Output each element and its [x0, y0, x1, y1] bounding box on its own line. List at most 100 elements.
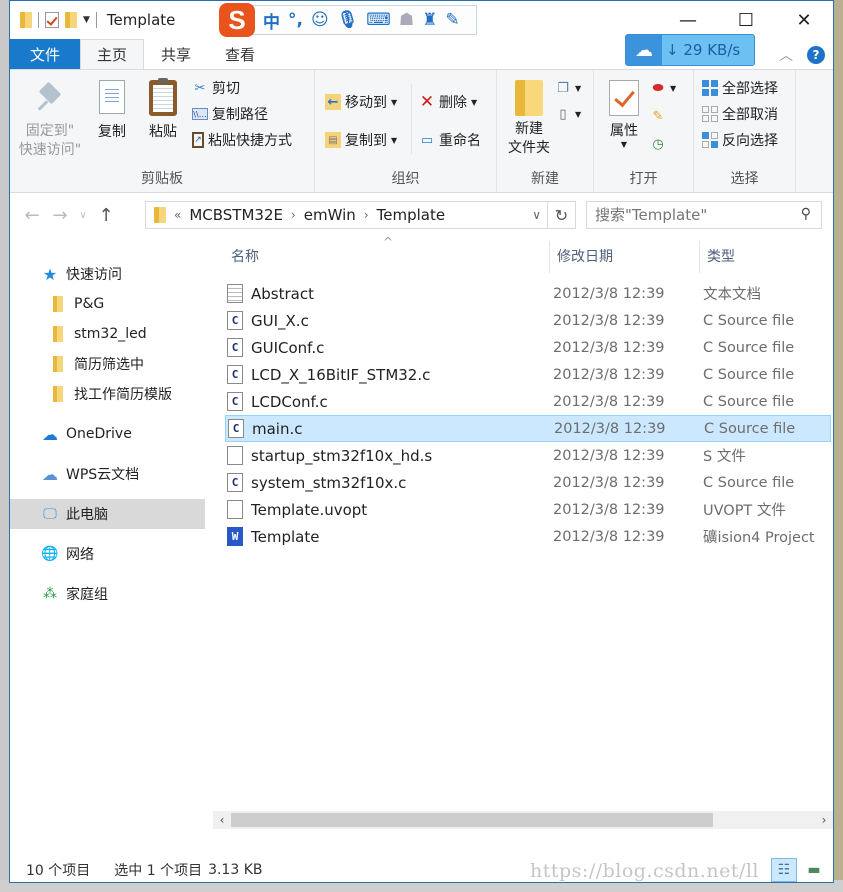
wrench-icon[interactable]: ✎ [445, 10, 459, 30]
forward-button[interactable]: → [46, 205, 74, 226]
horizontal-scrollbar[interactable]: ‹ › [213, 811, 833, 829]
move-to-button[interactable]: ← 移动到 ▼ [325, 92, 397, 112]
help-icon[interactable]: ? [807, 46, 825, 64]
microphone-icon[interactable]: 🎙 [337, 10, 359, 30]
chevron-right-icon[interactable]: › [291, 208, 296, 222]
column-divider[interactable] [549, 241, 550, 273]
chevron-right-icon[interactable]: › [364, 208, 369, 222]
nav-item-label: WPS云文档 [66, 467, 140, 483]
rename-button[interactable]: ▭ 重命名 [419, 130, 481, 150]
select-none-button[interactable]: 全部取消 [702, 104, 778, 124]
new-folder-button[interactable]: 新建 文件夹 [503, 80, 555, 158]
nav-item-this-pc[interactable]: 🖵 此电脑 [10, 499, 205, 529]
edit-button[interactable]: ✎ [650, 108, 666, 124]
column-header-name[interactable]: 名称 [231, 239, 259, 273]
properties-button[interactable]: 属性 ▼ [604, 80, 644, 149]
skin-shirt-icon[interactable]: ♜ [422, 10, 437, 30]
punctuation-icon[interactable]: °, [288, 10, 303, 30]
file-row[interactable]: startup_stm32f10x_hd.s 2012/3/8 12:39 S … [227, 442, 833, 469]
nav-item-onedrive[interactable]: ☁ OneDrive [10, 419, 205, 449]
file-row[interactable]: W Template 2012/3/8 12:39 礦ision4 Project [227, 523, 833, 550]
nav-item-wps-cloud[interactable]: ☁ WPS云文档 [10, 459, 205, 489]
file-row-selected[interactable]: Cmain.c 2012/3/8 12:39 C Source file [225, 415, 831, 442]
easy-access-button[interactable]: ▯ ▼ [555, 106, 581, 122]
scroll-left-button[interactable]: ‹ [213, 811, 231, 829]
breadcrumb-item[interactable]: emWin [304, 206, 356, 224]
tab-view[interactable]: 查看 [208, 39, 272, 69]
paste-button[interactable]: 粘贴 [143, 78, 183, 142]
file-row[interactable]: C GUIConf.c 2012/3/8 12:39 C Source file [227, 334, 833, 361]
copy-path-button[interactable]: \\… 复制路径 [192, 104, 268, 124]
sogou-logo-icon[interactable]: S [219, 3, 255, 37]
computer-icon: 🖵 [43, 506, 57, 522]
large-icons-view-button[interactable]: ▬ [801, 858, 827, 882]
address-bar[interactable]: « MCBSTM32E › emWin › Template ∨ [145, 201, 548, 229]
nav-item-label: 快速访问 [66, 267, 122, 283]
file-row[interactable]: C LCD_X_16BitIF_STM32.c 2012/3/8 12:39 C … [227, 361, 833, 388]
pin-label-line2: 快速访问" [18, 142, 82, 158]
column-header-type[interactable]: 类型 [707, 239, 735, 273]
chevron-down-icon: ▼ [670, 83, 677, 93]
up-button[interactable]: ↑ [92, 205, 120, 226]
paste-shortcut-button[interactable]: ↗ 粘贴快捷方式 [192, 130, 292, 150]
navigation-bar: ← → ∨ ↑ « MCBSTM32E › emWin › Template ∨… [10, 193, 833, 237]
copy-to-button[interactable]: ▤ 复制到 ▼ [325, 130, 397, 150]
details-view-button[interactable]: ☷ [771, 858, 797, 882]
scrollbar-thumb[interactable] [231, 813, 713, 827]
chinese-mode-icon[interactable]: 中 [263, 8, 280, 33]
explorer-window: ▼ Template S 中 °, ☺ 🎙 ⌨ ☗ ♜ ✎ — ☐ ✕ 文件 主… [9, 0, 834, 883]
column-divider[interactable] [699, 241, 700, 273]
search-box[interactable]: ⚲ [586, 201, 822, 229]
nav-item-resume-templates[interactable]: 找工作简历模版 [10, 379, 205, 409]
address-dropdown-icon[interactable]: ∨ [532, 208, 541, 222]
user-icon[interactable]: ☗ [399, 10, 414, 30]
divider [95, 12, 97, 28]
nav-item-quick-access[interactable]: ★ 快速访问 [10, 259, 205, 289]
search-input[interactable] [595, 206, 785, 224]
nav-item-label: P&G [74, 296, 105, 312]
breadcrumb-item[interactable]: MCBSTM32E [189, 206, 283, 224]
nav-item-stm32-led[interactable]: stm32_led [10, 319, 205, 349]
new-folder-icon[interactable] [65, 12, 77, 28]
scroll-right-button[interactable]: › [815, 811, 833, 829]
close-button[interactable]: ✕ [775, 1, 833, 39]
new-item-button[interactable]: ❐ ▼ [555, 80, 581, 96]
overflow-chevron[interactable]: « [174, 208, 181, 222]
properties-icon [609, 80, 639, 116]
search-icon[interactable]: ⚲ [801, 206, 811, 222]
group-open: 属性 ▼ ⬬ ▼ ✎ ◷ 打开 [594, 70, 694, 192]
pin-quick-access-button[interactable]: 固定到" 快速访问" [18, 82, 82, 160]
file-row[interactable]: Abstract 2012/3/8 12:39 文本文档 [227, 280, 833, 307]
nav-item-pg[interactable]: P&G [10, 289, 205, 319]
customize-dropdown-icon[interactable]: ▼ [83, 15, 90, 25]
recent-locations-dropdown[interactable]: ∨ [74, 210, 92, 221]
baidu-netdisk-widget[interactable]: ☁ ↓ 29 KB/s [625, 34, 755, 66]
breadcrumb-item[interactable]: Template [377, 206, 445, 224]
properties-check-icon[interactable] [45, 12, 59, 28]
tab-file[interactable]: 文件 [10, 39, 80, 69]
file-row[interactable]: Csystem_stm32f10x.c 2012/3/8 12:39 C Sou… [227, 469, 833, 496]
file-row[interactable]: C LCDConf.c 2012/3/8 12:39 C Source file [227, 388, 833, 415]
nav-item-network[interactable]: 🌐 网络 [10, 539, 205, 569]
cut-button[interactable]: ✂ 剪切 [192, 78, 240, 98]
file-row[interactable]: C GUI_X.c 2012/3/8 12:39 C Source file [227, 307, 833, 334]
refresh-button[interactable]: ↻ [548, 201, 576, 229]
collapse-ribbon-icon[interactable]: ︿ [779, 45, 793, 65]
delete-button[interactable]: ✕ 删除 ▼ [419, 92, 477, 112]
open-with-button[interactable]: ⬬ ▼ [650, 80, 676, 96]
keyboard-icon[interactable]: ⌨ [366, 10, 391, 30]
nav-item-resume-screening[interactable]: 简历筛选中 [10, 349, 205, 379]
tab-home[interactable]: 主页 [80, 39, 144, 69]
file-row[interactable]: Template.uvopt 2012/3/8 12:39 UVOPT 文件 [227, 496, 833, 523]
nav-item-homegroup[interactable]: ⁂ 家庭组 [10, 579, 205, 609]
invert-selection-button[interactable]: 反向选择 [702, 130, 778, 150]
back-button[interactable]: ← [18, 205, 46, 226]
select-all-button[interactable]: 全部选择 [702, 78, 778, 98]
emoji-icon[interactable]: ☺ [311, 10, 329, 30]
tab-share[interactable]: 共享 [144, 39, 208, 69]
history-clock-icon: ◷ [652, 136, 664, 152]
copy-button[interactable]: 复制 [92, 80, 132, 142]
chevron-down-icon: ▼ [391, 135, 398, 145]
history-button[interactable]: ◷ [650, 136, 666, 152]
column-header-date[interactable]: 修改日期 [557, 239, 613, 273]
